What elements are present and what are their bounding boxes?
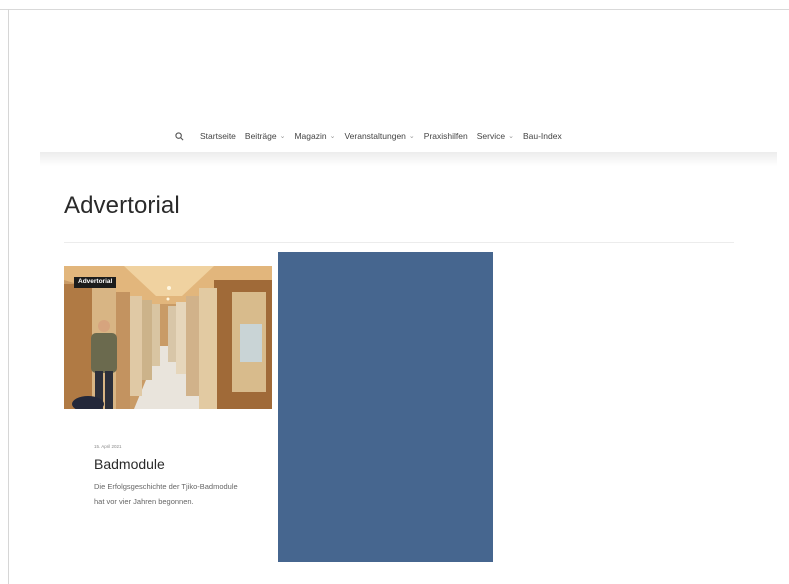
nav-item-label: Veranstaltungen (344, 131, 406, 141)
nav-item-bau-index[interactable]: Bau-Index (523, 131, 562, 141)
window-top-border (0, 9, 789, 10)
nav-item-veranstaltungen[interactable]: Veranstaltungen ⌄ (344, 131, 414, 141)
nav-item-label: Bau-Index (522, 131, 562, 141)
article-date: 15. April 2021 (94, 444, 122, 449)
nav-item-label: Service (476, 131, 506, 141)
article-thumbnail[interactable]: Advertorial (64, 266, 272, 409)
window-left-border (8, 9, 9, 584)
article-title[interactable]: Badmodule (94, 456, 165, 472)
chevron-down-icon: ⌄ (279, 133, 286, 140)
advertisement-block[interactable] (278, 252, 493, 562)
nav-item-service[interactable]: Service ⌄ (477, 131, 514, 141)
chevron-down-icon: ⌄ (329, 133, 336, 140)
category-badge[interactable]: Advertorial (74, 277, 117, 288)
nav-item-label: Praxishilfen (423, 131, 468, 141)
main-navigation: Startseite Beiträge ⌄ Magazin ⌄ Veransta… (172, 128, 571, 144)
nav-item-beitraege[interactable]: Beiträge ⌄ (245, 131, 286, 141)
article-excerpt: Die Erfolgsgeschichte der Tjiko-Badmodul… (94, 482, 238, 506)
title-divider (64, 242, 734, 243)
header-shadow (40, 152, 777, 166)
nav-item-startseite[interactable]: Startseite (200, 131, 236, 141)
nav-item-praxishilfen[interactable]: Praxishilfen (424, 131, 468, 141)
nav-item-label: Startseite (200, 131, 236, 141)
page-title: Advertorial (64, 192, 180, 219)
chevron-down-icon: ⌄ (408, 133, 415, 140)
chevron-down-icon: ⌄ (508, 133, 514, 140)
search-icon[interactable] (172, 129, 186, 143)
nav-item-label: Magazin (294, 131, 327, 141)
nav-item-label: Beiträge (244, 131, 277, 141)
nav-item-magazin[interactable]: Magazin ⌄ (294, 131, 335, 141)
